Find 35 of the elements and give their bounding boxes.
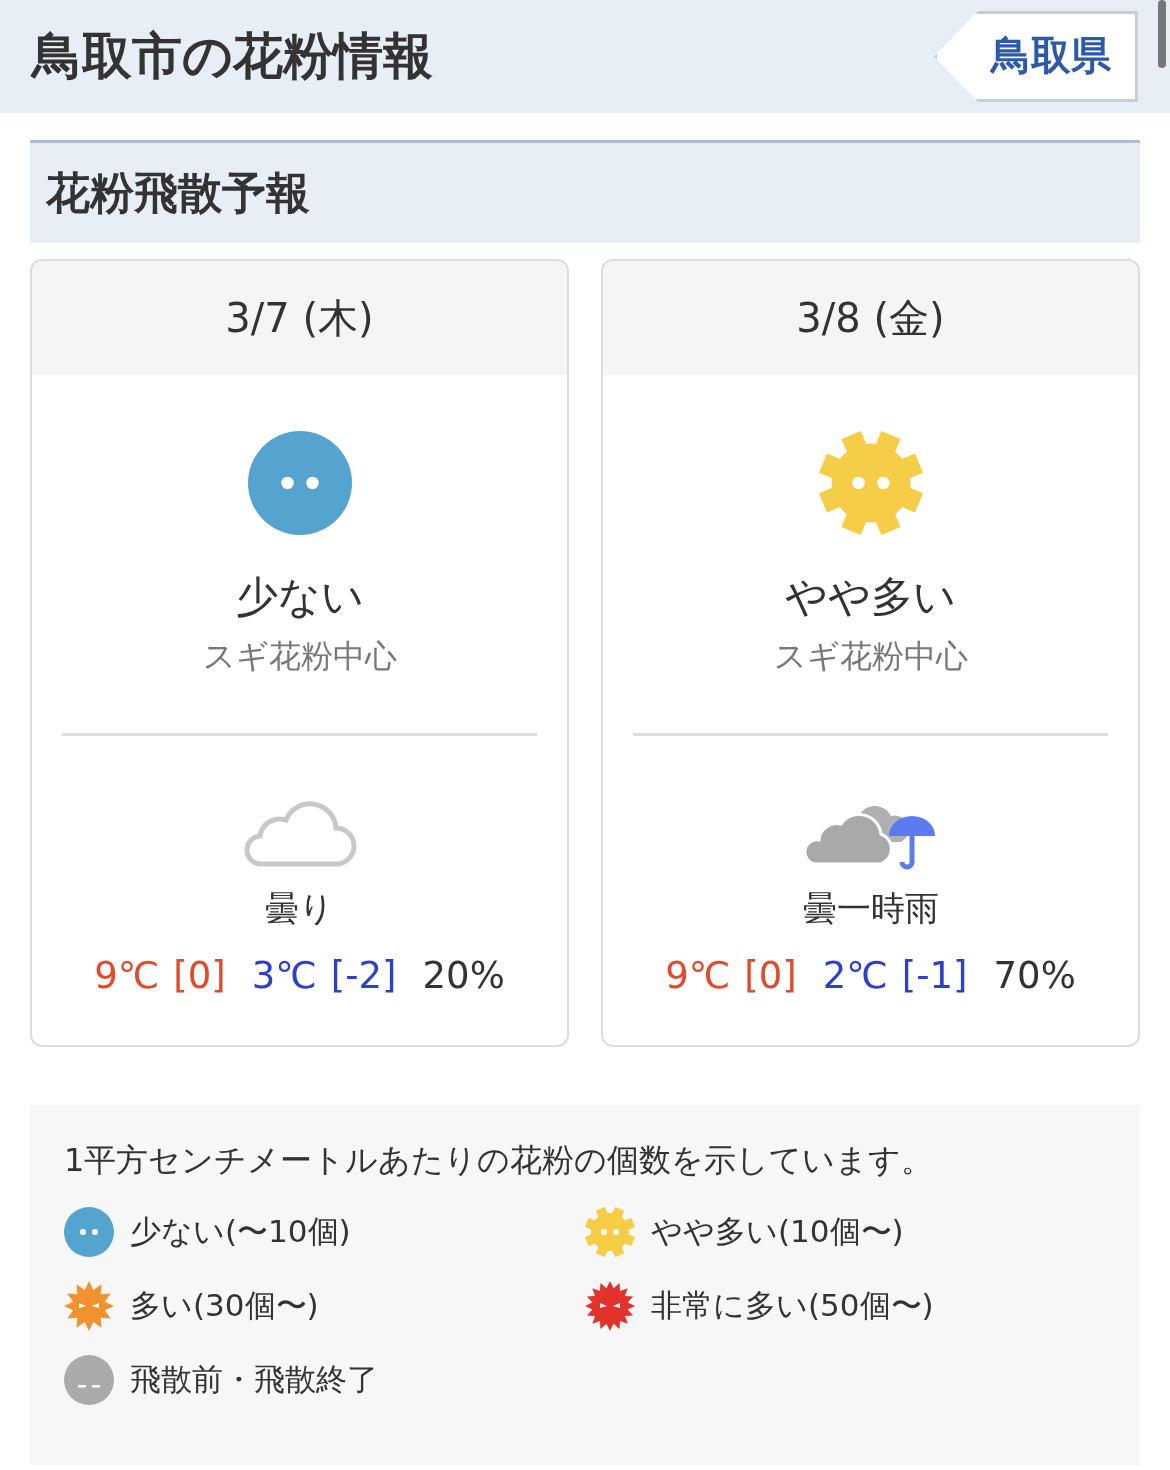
- weather-label: 曇一時雨: [802, 887, 939, 930]
- rain-chance: 20%: [422, 954, 505, 997]
- legend-label: 非常に多い(50個〜): [651, 1286, 934, 1325]
- circle-face-icon: [64, 1355, 114, 1405]
- legend-note: 1平方センチメートルあたりの花粉の個数を示しています。: [64, 1140, 935, 1181]
- high-temp-diff: [0]: [744, 954, 797, 997]
- scrollbar: [1158, 0, 1166, 68]
- high-temp-diff: [0]: [173, 954, 226, 997]
- gear-face-icon: [818, 431, 923, 535]
- spiky-face-icon: [64, 1281, 114, 1331]
- weather-label: 曇り: [265, 887, 334, 930]
- circle-face-icon: [64, 1207, 114, 1257]
- legend-label: 少ない(〜10個): [130, 1212, 351, 1251]
- pollen-level: やや多い: [785, 571, 956, 623]
- legend-label: 多い(30個〜): [130, 1286, 319, 1325]
- high-temp: 9℃: [94, 954, 160, 997]
- rain-chance: 70%: [993, 954, 1076, 997]
- pollen-type: スギ花粉中心: [773, 636, 968, 677]
- spiky-face-icon: [585, 1281, 635, 1331]
- low-temp: 2℃: [822, 954, 888, 997]
- low-temp-diff: [-2]: [330, 954, 397, 997]
- gear-face-icon: [585, 1207, 635, 1257]
- page-title: 鳥取市の花粉情報: [32, 26, 433, 87]
- date-header: 3/8 (金): [603, 261, 1138, 375]
- pollen-type: スギ花粉中心: [202, 636, 397, 677]
- low-temp: 3℃: [251, 954, 317, 997]
- low-temp-diff: [-1]: [901, 954, 968, 997]
- circle-face-icon: [247, 431, 352, 535]
- legend-label: やや多い(10個〜): [651, 1212, 904, 1251]
- prefecture-link[interactable]: 鳥取県: [934, 11, 1138, 102]
- date-header: 3/7 (木): [32, 261, 567, 375]
- section-heading: 花粉飛散予報: [30, 140, 1140, 243]
- high-temp: 9℃: [665, 954, 731, 997]
- legend-label: 飛散前・飛散終了: [130, 1360, 378, 1399]
- pollen-level: 少ない: [235, 571, 364, 623]
